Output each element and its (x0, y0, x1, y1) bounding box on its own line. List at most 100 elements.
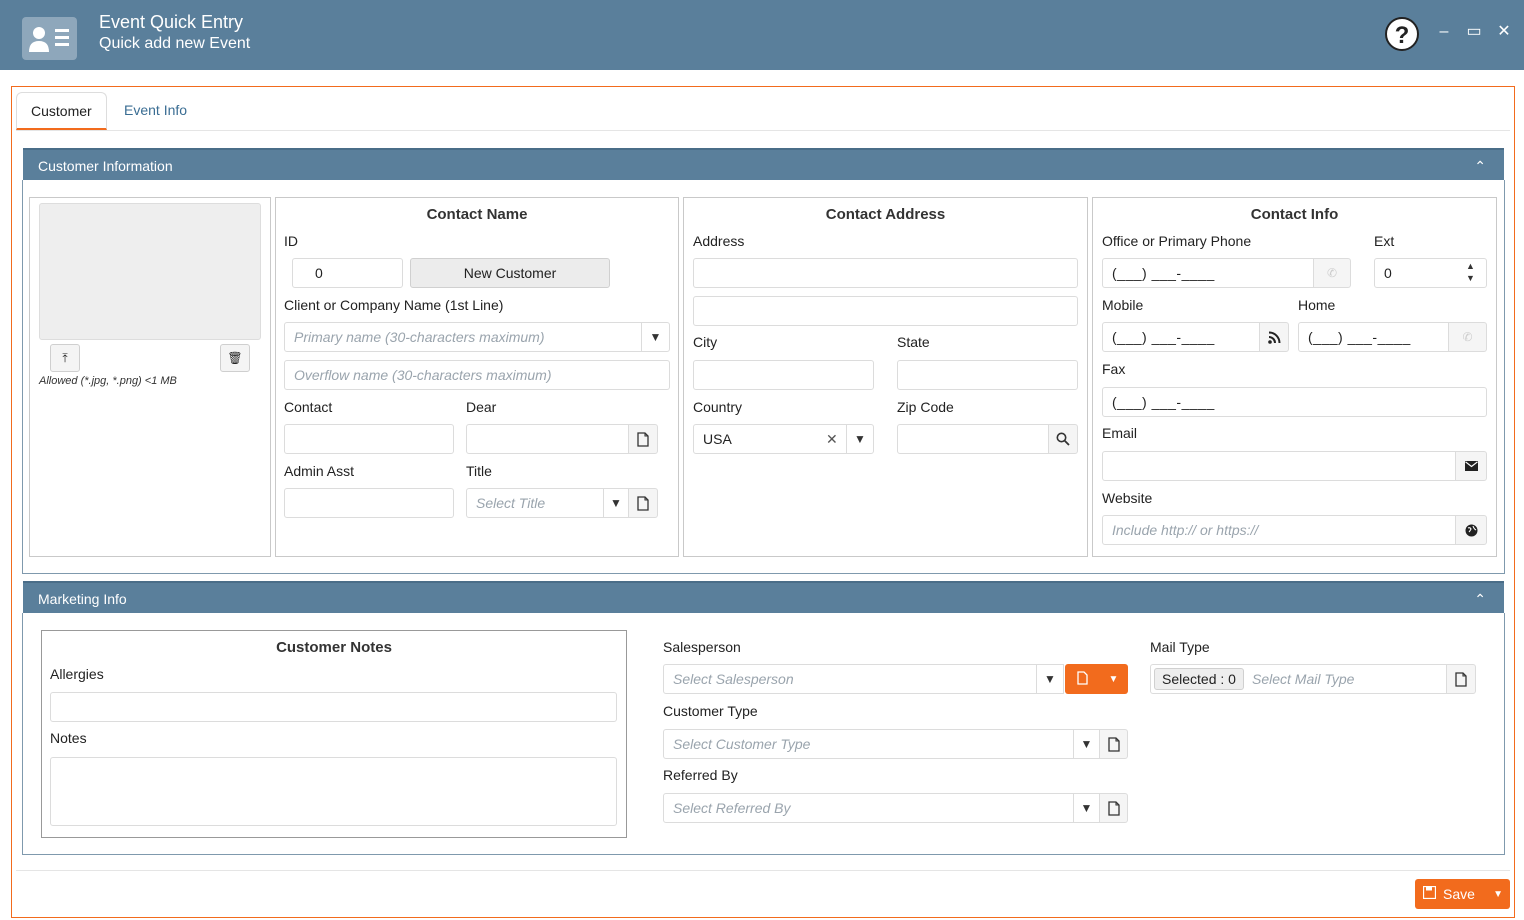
dear-input[interactable] (466, 424, 629, 454)
home-label: Home (1298, 297, 1336, 313)
window-subtitle: Quick add new Event (99, 35, 251, 52)
photo-placeholder[interactable] (39, 203, 261, 340)
tab-event-info[interactable]: Event Info (110, 92, 201, 130)
save-button[interactable]: Save ▼ (1415, 879, 1510, 909)
section-title: Marketing Info (38, 591, 127, 607)
country-label: Country (693, 399, 743, 415)
overflow-name-input[interactable]: Overflow name (30-characters maximum) (284, 360, 670, 390)
referred-by-label: Referred By (663, 767, 738, 783)
allergies-label: Allergies (50, 666, 104, 682)
mobile-label: Mobile (1102, 297, 1144, 313)
title-label: Title (466, 463, 492, 479)
email-label: Email (1102, 425, 1138, 441)
salesperson-label: Salesperson (663, 639, 741, 655)
chevron-down-icon[interactable]: ▼ (641, 322, 670, 352)
upload-icon[interactable]: ⤒ (50, 344, 80, 372)
salesperson-select[interactable]: Select Salesperson (663, 664, 1037, 694)
id-field[interactable]: 0 (292, 258, 403, 288)
phone-icon[interactable]: ✆ (1448, 322, 1487, 352)
email-input[interactable] (1102, 451, 1456, 481)
new-document-icon[interactable] (1099, 793, 1128, 823)
address-line1-input[interactable] (693, 258, 1078, 288)
new-document-icon (1065, 670, 1099, 688)
admin-asst-input[interactable] (284, 488, 454, 518)
zip-code-input[interactable] (897, 424, 1049, 454)
maximize-button[interactable]: ▭ (1464, 22, 1484, 42)
chevron-up-icon[interactable]: ⌃ (1474, 150, 1486, 182)
section-title: Customer Information (38, 158, 173, 174)
mail-type-selected-badge: Selected : 0 (1154, 668, 1244, 690)
website-label: Website (1102, 490, 1153, 506)
chevron-down-icon[interactable]: ▼ (603, 488, 629, 518)
new-salesperson-button[interactable]: ▼ (1065, 664, 1128, 694)
fax-input[interactable]: (___) ___-____ (1102, 387, 1487, 417)
contact-label: Contact (284, 399, 333, 415)
country-select[interactable]: USA (693, 424, 847, 454)
help-icon[interactable]: ? (1385, 17, 1419, 51)
admin-asst-label: Admin Asst (284, 463, 355, 479)
state-label: State (897, 334, 930, 350)
ext-label: Ext (1374, 233, 1395, 249)
home-phone-input[interactable]: (___) ___-____ (1298, 322, 1449, 352)
address-label: Address (693, 233, 745, 249)
new-document-icon[interactable] (628, 424, 658, 454)
website-input[interactable]: Include http:// or https:// (1102, 515, 1456, 545)
fax-label: Fax (1102, 361, 1126, 377)
trash-icon[interactable]: 🗑 (220, 344, 250, 372)
close-button[interactable]: ✕ (1494, 22, 1514, 42)
company-name-label: Client or Company Name (1st Line) (284, 297, 504, 313)
allergies-input[interactable] (50, 692, 617, 722)
stepper-arrows-icon[interactable]: ▲ ▼ (1466, 260, 1475, 284)
zip-code-label: Zip Code (897, 399, 954, 415)
mail-type-placeholder: Select Mail Type (1252, 671, 1355, 687)
tab-divider (16, 130, 1510, 131)
contact-address-title: Contact Address (825, 206, 946, 223)
office-phone-input[interactable]: (___) ___-____ (1102, 258, 1314, 288)
phone-icon[interactable]: ✆ (1313, 258, 1351, 288)
title-select[interactable]: Select Title (466, 488, 604, 518)
tab-customer[interactable]: Customer (16, 92, 107, 130)
allowed-files-note: Allowed (*.jpg, *.png) <1 MB (39, 375, 177, 387)
chevron-down-icon[interactable]: ▼ (1099, 674, 1128, 685)
chevron-down-icon[interactable]: ▼ (1073, 729, 1100, 759)
envelope-icon[interactable] (1455, 451, 1487, 481)
primary-name-input[interactable]: Primary name (30-characters maximum) (284, 322, 642, 352)
new-document-icon[interactable] (1099, 729, 1128, 759)
new-customer-button[interactable]: New Customer (410, 258, 610, 288)
referred-by-select[interactable]: Select Referred By (663, 793, 1074, 823)
window-title: Event Quick Entry (99, 12, 244, 32)
contact-card-icon (22, 17, 77, 60)
contact-info-title: Contact Info (1250, 206, 1339, 223)
chevron-down-icon[interactable]: ▼ (1036, 664, 1064, 694)
search-icon[interactable] (1048, 424, 1078, 454)
office-phone-label: Office or Primary Phone (1102, 233, 1252, 249)
chevron-down-icon[interactable]: ▼ (846, 424, 874, 454)
mobile-input[interactable]: (___) ___-____ (1102, 322, 1260, 352)
contact-input[interactable] (284, 424, 454, 454)
customer-type-select[interactable]: Select Customer Type (663, 729, 1074, 759)
id-label: ID (284, 233, 298, 249)
minimize-button[interactable]: – (1434, 22, 1454, 42)
footer-divider (16, 870, 1510, 871)
customer-information-header[interactable]: Customer Information ⌃ (23, 148, 1504, 180)
city-input[interactable] (693, 360, 874, 390)
clear-icon[interactable]: ✕ (826, 431, 838, 448)
globe-icon[interactable] (1455, 515, 1487, 545)
state-input[interactable] (897, 360, 1078, 390)
floppy-disk-icon (1422, 885, 1443, 902)
address-line2-input[interactable] (693, 296, 1078, 326)
rss-icon[interactable] (1259, 322, 1289, 352)
dear-label: Dear (466, 399, 497, 415)
chevron-up-icon[interactable]: ⌃ (1474, 583, 1486, 615)
new-document-icon[interactable] (1446, 664, 1476, 694)
chevron-down-icon[interactable]: ▼ (1493, 889, 1503, 900)
marketing-info-header[interactable]: Marketing Info ⌃ (23, 581, 1504, 613)
contact-name-title: Contact Name (426, 206, 528, 223)
notes-textarea[interactable] (50, 757, 617, 826)
customer-type-label: Customer Type (663, 703, 758, 719)
chevron-down-icon[interactable]: ▼ (1073, 793, 1100, 823)
contact-info-panel (1092, 197, 1497, 557)
customer-notes-title: Customer Notes (276, 639, 392, 656)
save-label: Save (1443, 886, 1475, 902)
new-document-icon[interactable] (628, 488, 658, 518)
